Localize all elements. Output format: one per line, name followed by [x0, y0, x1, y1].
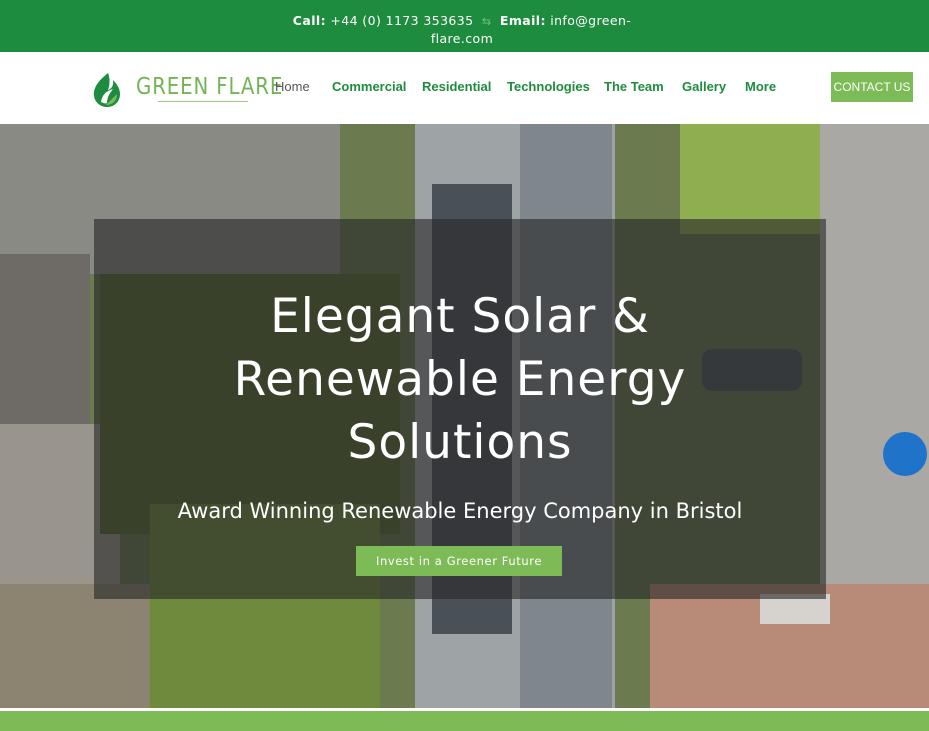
nav-item-technologies[interactable]: Technologies	[507, 79, 590, 94]
nav-item-residential[interactable]: Residential	[422, 79, 491, 94]
separator-icon: ⇆	[481, 15, 492, 28]
invest-button[interactable]: Invest in a Greener Future	[356, 546, 562, 576]
main-navbar: GREEN FLARE Home Commercial Residential …	[0, 52, 929, 124]
site-logo[interactable]: GREEN FLARE	[92, 70, 282, 110]
logo-underline	[158, 101, 248, 102]
logo-wordmark: GREEN FLARE	[136, 74, 284, 100]
hero-subtitle: Award Winning Renewable Energy Company i…	[177, 499, 743, 523]
hero-overlay-box: Elegant Solar & Renewable Energy Solutio…	[94, 219, 826, 599]
contact-info: Call: +44 (0) 1173 353635 ⇆ Email: info@…	[292, 12, 632, 47]
nav-item-more[interactable]: More	[745, 79, 776, 94]
nav-item-commercial[interactable]: Commercial	[332, 79, 406, 94]
nav-item-home[interactable]: Home	[275, 79, 310, 94]
email-label: Email:	[499, 13, 546, 28]
call-label: Call:	[292, 13, 326, 28]
flame-leaf-icon	[93, 73, 120, 107]
phone-number[interactable]: +44 (0) 1173 353635	[330, 13, 473, 28]
top-contact-bar: Call: +44 (0) 1173 353635 ⇆ Email: info@…	[0, 0, 929, 52]
nav-item-gallery[interactable]: Gallery	[682, 79, 726, 94]
bottom-green-strip	[0, 708, 929, 731]
hero-title: Elegant Solar & Renewable Energy Solutio…	[94, 285, 826, 474]
hero-title-line-2: Renewable Energy	[233, 352, 687, 407]
hero-title-line-1: Elegant Solar &	[270, 289, 650, 344]
nav-item-the-team[interactable]: The Team	[604, 79, 664, 94]
hero-section: Elegant Solar & Renewable Energy Solutio…	[0, 124, 929, 708]
contact-us-button[interactable]: CONTACT US	[831, 72, 913, 102]
hero-title-line-3: Solutions	[347, 415, 573, 470]
